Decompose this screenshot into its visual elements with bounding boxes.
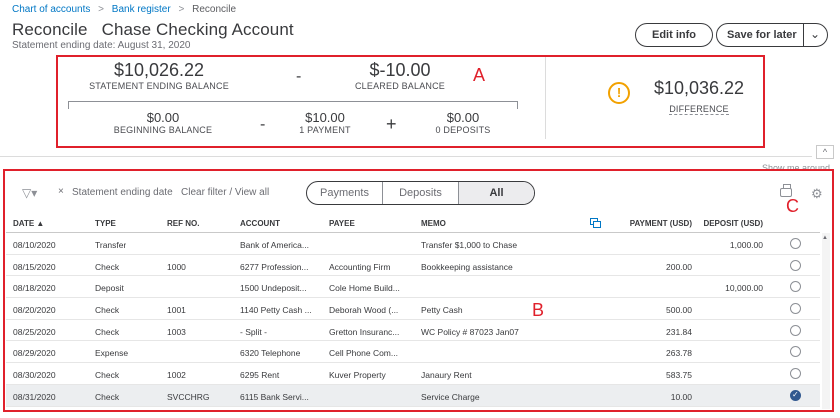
annotation-label-b: B [532,300,545,320]
save-for-later-button[interactable]: Save for later ⌄ [716,23,828,47]
annotation-label-a: A [473,65,486,85]
chevron-down-icon[interactable]: ⌄ [810,27,820,41]
breadcrumb: Chart of accounts > Bank register > Reco… [12,4,236,15]
account-name: Chase Checking Account [101,20,294,39]
annotation-box-b [3,169,834,412]
annotation-box-a [56,55,765,148]
breadcrumb-reconcile: Reconcile [192,4,237,15]
section-divider [0,156,812,157]
breadcrumb-separator: > [98,4,104,15]
collapse-summary-button[interactable]: ^ [816,145,834,159]
breadcrumb-separator: > [178,4,185,15]
annotation-label-c: C [786,196,799,216]
split-divider [803,24,804,46]
breadcrumb-chart-of-accounts[interactable]: Chart of accounts [12,4,90,15]
statement-ending-date: Statement ending date: August 31, 2020 [12,40,191,51]
breadcrumb-bank-register[interactable]: Bank register [112,4,171,15]
edit-info-button[interactable]: Edit info [635,23,713,47]
page-title-text: Reconcile [12,20,88,39]
save-for-later-label: Save for later [727,29,797,41]
page-title: Reconcile Chase Checking Account [12,20,294,40]
